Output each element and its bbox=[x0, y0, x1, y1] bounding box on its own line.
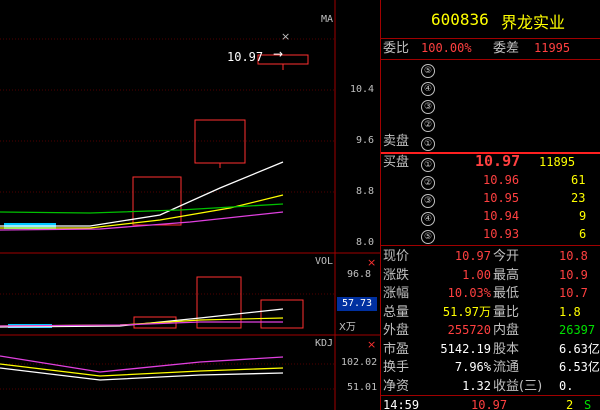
weibi-value: 100.00% bbox=[421, 41, 472, 55]
stat-label: 量比 bbox=[493, 304, 520, 320]
buy-price: 10.93 bbox=[483, 227, 520, 241]
stat-label: 最低 bbox=[493, 286, 520, 301]
candles bbox=[4, 54, 309, 229]
stat-value: 5142.19 bbox=[440, 341, 491, 356]
buy-level-index: ④ bbox=[421, 212, 435, 226]
arrow-icon: → bbox=[273, 47, 284, 61]
stat-value: 26397 bbox=[559, 323, 596, 337]
stat-value: 10.7 bbox=[559, 286, 588, 300]
stat-value: 51.97万 bbox=[442, 304, 491, 319]
price-tag: 10.97 bbox=[227, 50, 264, 64]
weicha-label: 委差 bbox=[493, 41, 520, 56]
stat-label: 内盘 bbox=[493, 323, 520, 338]
buy-price: 10.97 bbox=[475, 152, 521, 170]
buy-level-index: ② bbox=[421, 176, 435, 190]
stat-value: 10.03% bbox=[447, 286, 491, 300]
tick-time: 14:59 bbox=[383, 398, 420, 410]
stat-label: 现价 bbox=[383, 249, 410, 264]
stat-label: 流通 bbox=[493, 360, 520, 375]
sell-level: ⑤ bbox=[421, 62, 435, 78]
stat-label: 今开 bbox=[493, 249, 520, 264]
stat-value: 7.96% bbox=[454, 360, 491, 374]
vol-current-value: 57.73 bbox=[337, 297, 377, 311]
kdj-panel-label: KDJ bbox=[315, 338, 334, 349]
kdj-lines bbox=[0, 355, 284, 381]
stat-label: 外盘 bbox=[383, 323, 410, 338]
close-icon[interactable]: × bbox=[367, 338, 376, 351]
stat-label: 收益(三) bbox=[493, 378, 543, 394]
main-panel-label: MA bbox=[321, 14, 334, 25]
buy-volume: 61 bbox=[571, 173, 586, 187]
buy-price: 10.96 bbox=[483, 173, 520, 187]
sell-level: ① bbox=[421, 135, 435, 151]
quote-panel: 600836 界龙实业 委比 100.00% 委差 11995 ⑤ ④ ③ ② … bbox=[380, 0, 600, 410]
stat-label: 总量 bbox=[383, 304, 410, 320]
ma-lines bbox=[0, 161, 284, 231]
stat-value: 10.8 bbox=[559, 249, 588, 263]
buy-level-index: ① bbox=[421, 158, 435, 172]
kdj-tick: 102.02 bbox=[341, 357, 378, 368]
stat-value: 6.63亿 bbox=[559, 341, 600, 356]
stat-label: 净资 bbox=[383, 378, 410, 394]
sell-level: ② bbox=[421, 116, 435, 132]
tick-volume: 2 bbox=[566, 398, 574, 410]
stat-value: 10.97 bbox=[454, 249, 491, 263]
tick-price: 10.97 bbox=[471, 398, 508, 410]
sell-level: ③ bbox=[421, 98, 435, 114]
volume-bars bbox=[0, 276, 304, 329]
price-tick: 8.0 bbox=[356, 237, 375, 248]
kdj-tick: 51.01 bbox=[347, 382, 378, 393]
volume-bar bbox=[260, 299, 304, 329]
stat-value: 1.00 bbox=[462, 267, 491, 282]
stat-label: 涨幅 bbox=[383, 286, 410, 301]
buy-volume: 23 bbox=[571, 191, 586, 205]
stat-value: 1.32 bbox=[462, 378, 491, 393]
stock-header: 600836 界龙实业 bbox=[381, 0, 600, 39]
buy-label: 买盘 bbox=[383, 155, 410, 170]
sell-label: 卖盘 bbox=[383, 134, 410, 149]
price-tick: 10.4 bbox=[350, 84, 375, 95]
price-tick: 9.6 bbox=[356, 135, 375, 146]
sell-level: ④ bbox=[421, 80, 435, 96]
buy-volume: 9 bbox=[579, 209, 587, 223]
close-icon[interactable]: × bbox=[281, 30, 290, 43]
stock-code: 600836 bbox=[431, 10, 489, 29]
stat-value: 255720 bbox=[447, 323, 491, 337]
weibi-label: 委比 bbox=[383, 41, 410, 56]
buy-level-index: ⑤ bbox=[421, 230, 435, 244]
buy-volume: 11895 bbox=[539, 155, 576, 169]
price-tick: 8.8 bbox=[356, 186, 375, 197]
stat-value: 1.8 bbox=[559, 304, 581, 319]
tick-direction: S bbox=[584, 398, 592, 410]
vol-unit: X万 bbox=[339, 322, 356, 333]
stat-label: 换手 bbox=[383, 360, 410, 375]
weicha-value: 11995 bbox=[534, 41, 571, 55]
buy-volume: 6 bbox=[579, 227, 587, 241]
vol-tick: 96.8 bbox=[347, 269, 372, 280]
stat-label: 股本 bbox=[493, 341, 520, 357]
buy-level-index: ③ bbox=[421, 194, 435, 208]
weibi-row: 委比 bbox=[383, 40, 409, 57]
buy-price: 10.95 bbox=[483, 191, 520, 205]
stat-label: 涨跌 bbox=[383, 267, 410, 283]
vol-panel-label: VOL bbox=[315, 256, 334, 267]
stat-label: 最高 bbox=[493, 267, 520, 283]
stat-value: 0. bbox=[559, 378, 574, 393]
stock-name: 界龙实业 bbox=[501, 13, 566, 32]
buy-price: 10.94 bbox=[483, 209, 520, 223]
stat-label: 市盈 bbox=[383, 341, 410, 357]
stat-value: 6.53亿 bbox=[559, 360, 600, 374]
stat-value: 10.9 bbox=[559, 267, 588, 282]
close-icon[interactable]: × bbox=[367, 256, 376, 269]
